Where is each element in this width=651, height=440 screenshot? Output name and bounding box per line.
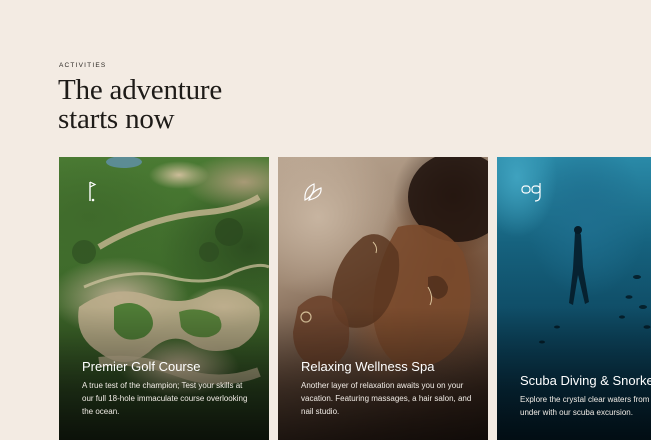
golf-activity-card[interactable]: Premier Golf Course A true test of the c…: [59, 157, 269, 440]
activities-section: ACTIVITIES The adventure starts now Prem…: [0, 0, 651, 440]
leaf-icon: [300, 179, 326, 205]
golf-flag-icon: [81, 179, 107, 205]
spa-activity-card[interactable]: Relaxing Wellness Spa Another layer of r…: [278, 157, 488, 440]
diving-mask-icon: [519, 179, 545, 205]
section-eyebrow: ACTIVITIES: [59, 62, 107, 69]
headline-line-1: The adventure: [58, 74, 223, 106]
headline-line-2: starts now: [58, 103, 175, 135]
spa-card-title: Relaxing Wellness Spa: [301, 359, 435, 374]
scuba-card-description: Explore the crystal clear waters from un…: [520, 395, 650, 417]
section-headline: The adventure starts now: [58, 76, 222, 134]
golf-card-description: A true test of the champion; Test your s…: [82, 381, 248, 416]
scuba-card-title: Scuba Diving & Snorkel: [520, 373, 651, 388]
spa-card-description: Another layer of relaxation awaits you o…: [301, 381, 472, 416]
golf-card-title: Premier Golf Course: [82, 359, 201, 374]
scuba-activity-card[interactable]: Scuba Diving & Snorkel Explore the cryst…: [497, 157, 651, 440]
